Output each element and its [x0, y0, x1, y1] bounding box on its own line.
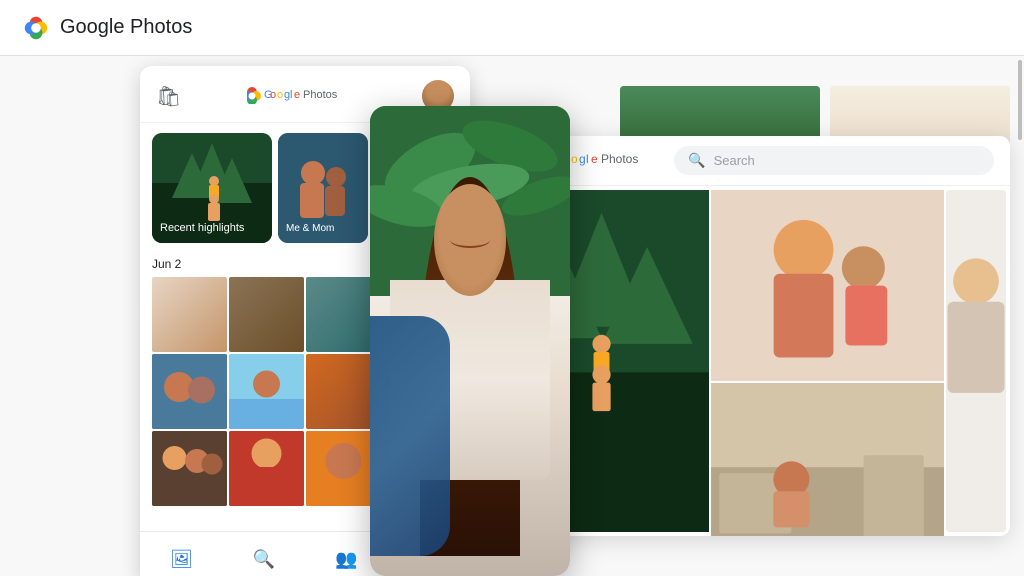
- app-logo[interactable]: Google Photos: [20, 12, 192, 44]
- search-nav-icon: 🔍: [253, 549, 275, 570]
- photo-cell-1[interactable]: [152, 277, 227, 352]
- desktop-mother-child-svg: [711, 190, 944, 381]
- me-mom-card[interactable]: Me & Mom: [278, 133, 368, 243]
- photo-cell-2[interactable]: [229, 277, 304, 352]
- desktop-kitchen-photo[interactable]: [711, 383, 944, 536]
- recent-highlights-card[interactable]: Recent highlights: [152, 133, 272, 243]
- photo-cell-6[interactable]: [229, 354, 304, 429]
- search-icon: 🔍: [688, 152, 705, 169]
- sharing-nav-icon: 👥: [335, 549, 357, 570]
- desktop-person-right-svg: [946, 190, 1006, 532]
- nav-sharing[interactable]: 👥: [335, 549, 357, 570]
- svg-text:o: o: [270, 89, 276, 101]
- svg-text:g: g: [579, 152, 586, 166]
- svg-text:l: l: [586, 152, 589, 166]
- desktop-mother-child-photo[interactable]: [711, 190, 944, 381]
- svg-text:e: e: [591, 152, 598, 166]
- recent-highlights-label: Recent highlights: [160, 222, 244, 235]
- nav-photos[interactable]: 🖼: [170, 549, 193, 570]
- svg-text:o: o: [277, 89, 283, 101]
- nav-search[interactable]: 🔍: [253, 549, 275, 570]
- photo-cell-10[interactable]: [229, 431, 304, 506]
- svg-text:Photos: Photos: [601, 152, 638, 166]
- search-placeholder: Search: [714, 153, 755, 168]
- mobile-logo: G o o g l e Photos: [247, 84, 357, 108]
- desktop-kitchen-svg: [711, 383, 944, 536]
- photo-cell-5[interactable]: [152, 354, 227, 429]
- photo-cell-9[interactable]: [152, 431, 227, 506]
- main-content: 🛍 G o o g l e Photos: [0, 56, 1024, 576]
- desktop-col-2: [711, 190, 944, 532]
- photos-nav-icon: 🖼: [170, 549, 193, 570]
- mobile-bag-icon[interactable]: 🛍: [156, 84, 181, 109]
- photos-logo-icon: [20, 12, 52, 44]
- svg-text:o: o: [571, 152, 578, 166]
- family-portrait-photo: [152, 431, 227, 506]
- top-bar: Google Photos: [0, 0, 1024, 56]
- svg-text:Photos: Photos: [303, 89, 338, 101]
- girl-water-photo: [229, 354, 304, 429]
- svg-text:e: e: [294, 89, 300, 101]
- woman-body: Nearby: [370, 177, 570, 576]
- app-title: Google Photos: [60, 16, 192, 39]
- svg-text:l: l: [290, 89, 292, 101]
- woman-phone-overlay: Nearby: [370, 106, 570, 576]
- mobile-google-photos-logo: G o o g l e Photos: [247, 84, 357, 104]
- scrollbar[interactable]: [1018, 60, 1022, 140]
- me-mom-label: Me & Mom: [286, 223, 334, 235]
- desktop-person-right: [946, 190, 1006, 532]
- desktop-search-bar[interactable]: 🔍 Search: [674, 146, 994, 175]
- child-red-photo: [229, 431, 304, 506]
- kids-photo: [152, 354, 227, 429]
